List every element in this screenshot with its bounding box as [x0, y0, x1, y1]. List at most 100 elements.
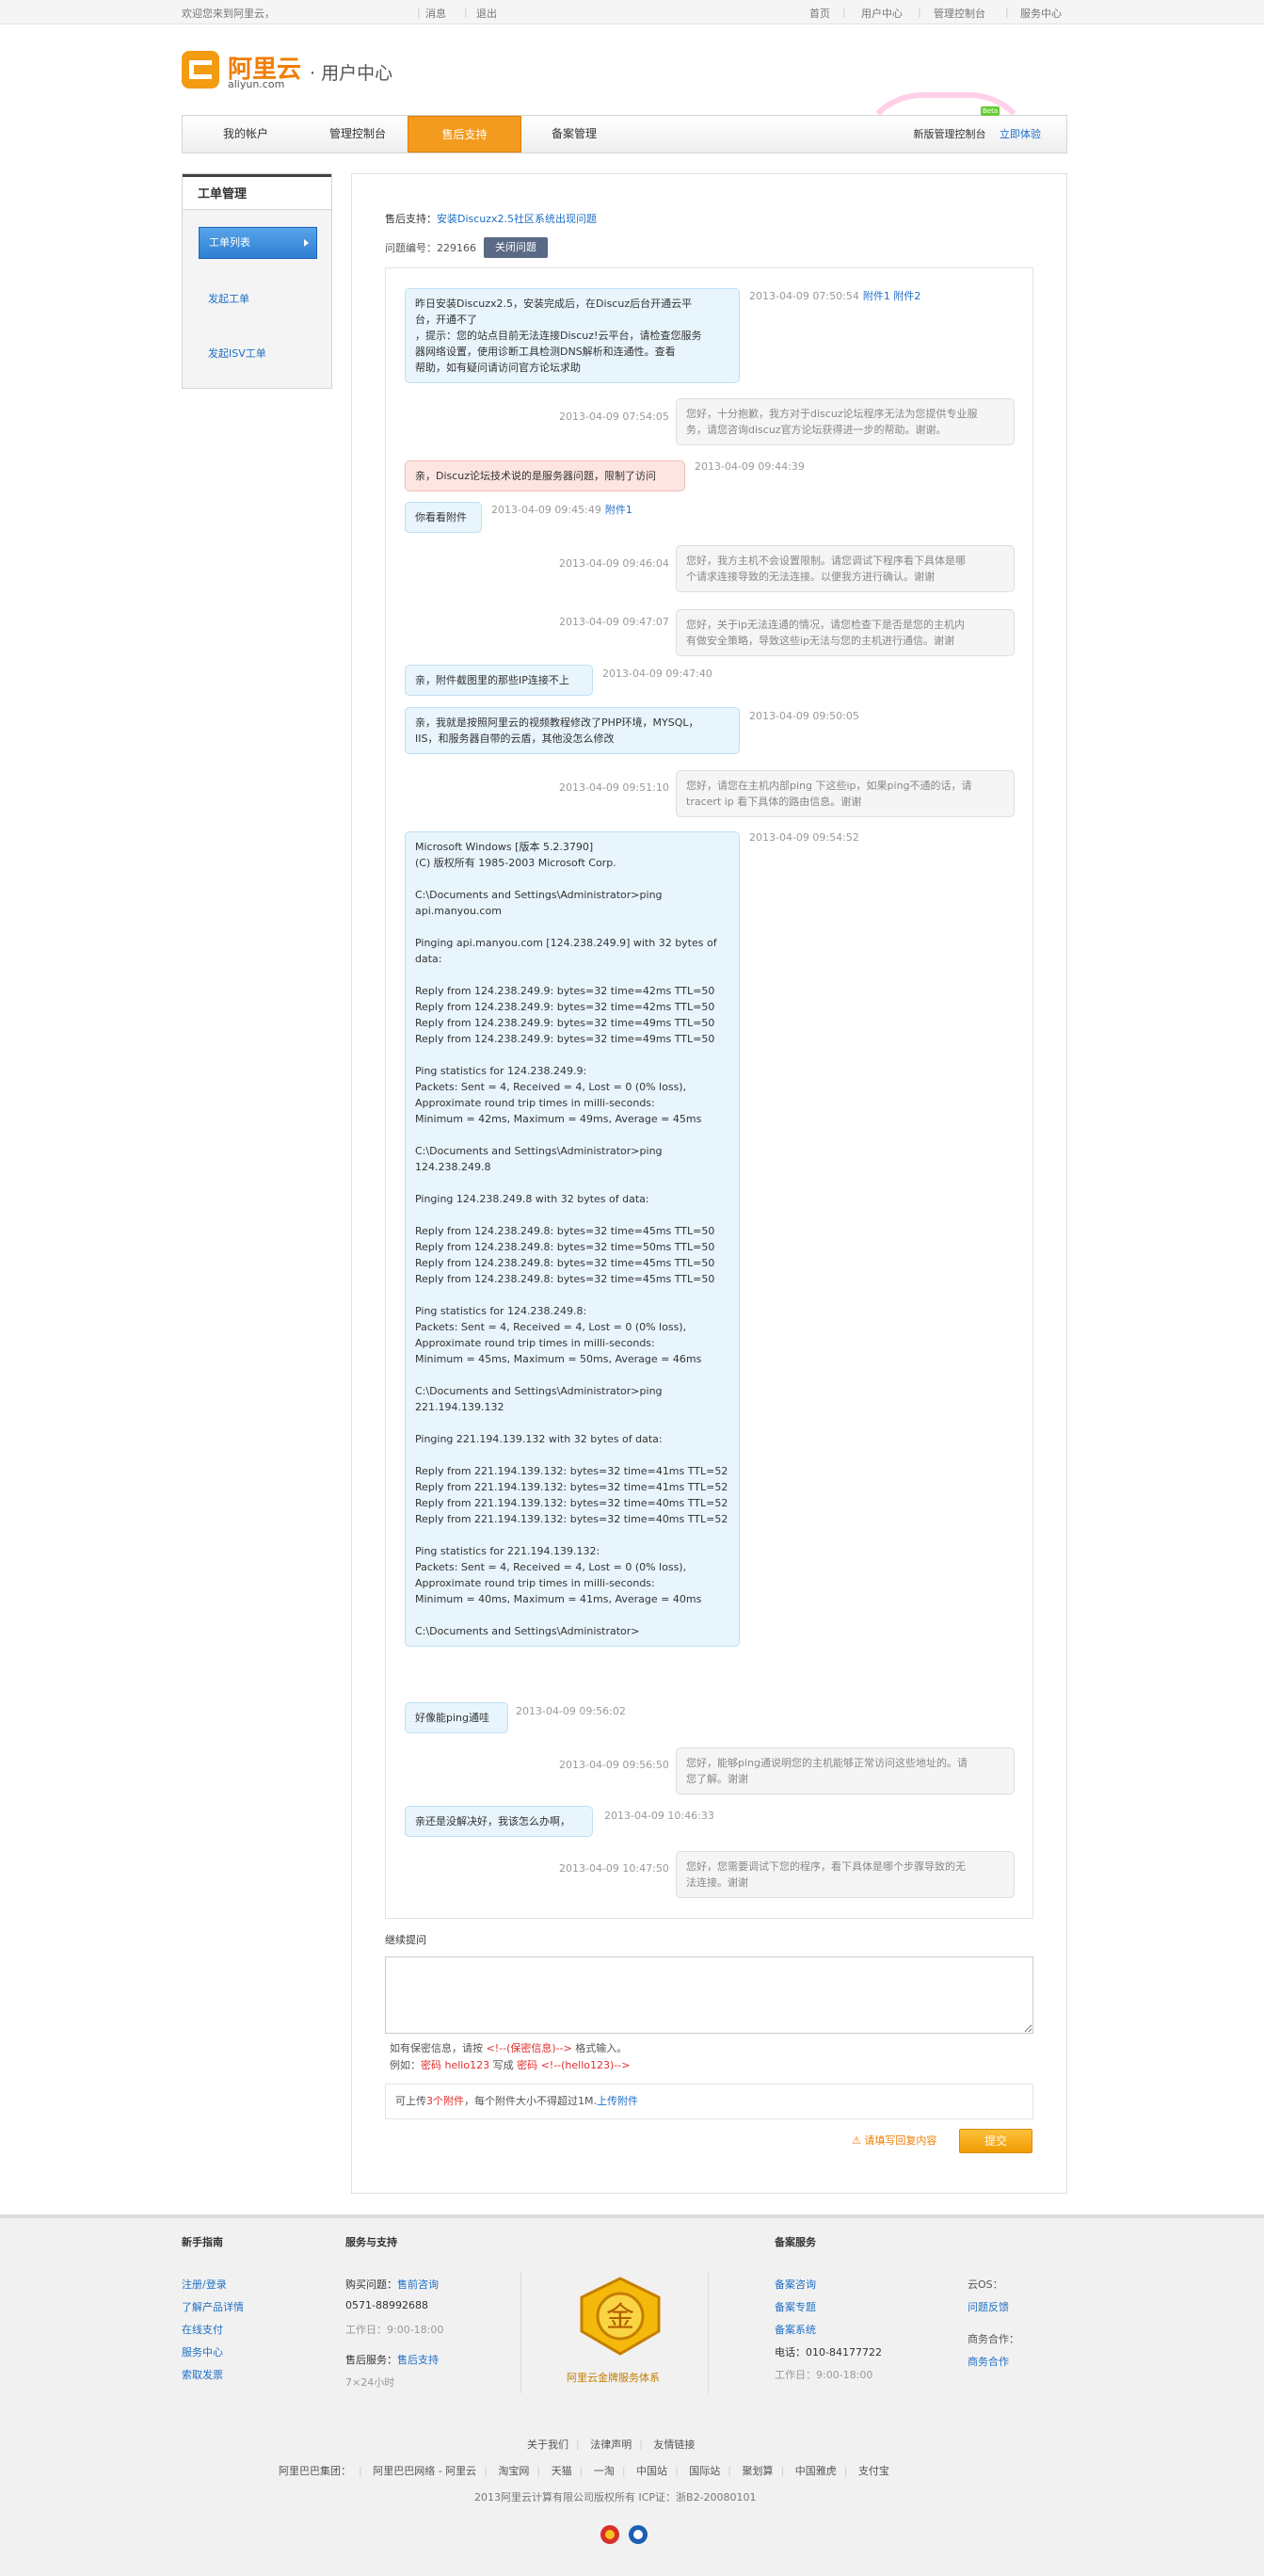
group-link[interactable]: 一淘 — [594, 2465, 615, 2477]
message-bubble: Microsoft Windows [版本 5.2.3790] (C) 版权所有… — [405, 831, 740, 1647]
message-bubble: 您好，我方主机不会设置限制。请您调试下程序看下具体是哪 个请求连接导致的无法连接… — [676, 545, 1015, 592]
timestamp-text: 2013-04-09 09:47:40 — [602, 668, 712, 680]
message-bubble: 亲，Discuz论坛技术说的是服务器问题，限制了访问 — [405, 460, 685, 491]
aftersale-link[interactable]: 售后支持 — [397, 2354, 439, 2366]
attachment-link[interactable]: 附件1 — [605, 504, 632, 516]
warning-text: ⚠ 请填写回复内容 — [852, 2134, 937, 2147]
warning-icon: ⚠ — [852, 2134, 861, 2147]
service-link[interactable]: 服务中心 — [1020, 6, 1062, 21]
message-timestamp: 2013-04-09 07:54:05 — [559, 411, 669, 423]
submit-button[interactable]: 提交 — [959, 2129, 1032, 2153]
attachment-link[interactable]: 附件1 附件2 — [863, 290, 921, 302]
group-link[interactable]: 聚划算 — [743, 2465, 774, 2477]
reply-textarea[interactable] — [385, 1956, 1033, 2034]
message-timestamp: 2013-04-09 09:45:49 附件1 — [491, 502, 632, 517]
footer-link[interactable]: 索取发票 — [182, 2367, 223, 2382]
sidebar-title: 工单管理 — [183, 174, 331, 210]
group-link[interactable]: 天猫 — [552, 2465, 572, 2477]
user-center-link[interactable]: 用户中心 — [861, 6, 903, 21]
message-timestamp: 2013-04-09 09:51:10 — [559, 781, 669, 794]
logout-link[interactable]: 退出 — [476, 6, 497, 21]
divider: | — [918, 6, 921, 18]
upload-attachment-link[interactable]: 上传附件 — [597, 2095, 638, 2107]
group-links: 阿里巴巴集团： | 阿里巴巴网络 - 阿里云 | 淘宝网 | 天猫 | 一淘 | 中国站 |… — [279, 2465, 889, 2477]
footer-link[interactable]: 注册/登录 — [182, 2277, 227, 2292]
group-link[interactable]: 阿里巴巴网络 - 阿里云 — [373, 2465, 476, 2477]
try-now-link[interactable]: 立即体验 — [992, 116, 1048, 153]
record-hours: 工作日：9:00-18:00 — [775, 2369, 873, 2381]
continue-label: 继续提问 — [385, 1934, 426, 1946]
confidential-hint: 如有保密信息，请按 <!--(保密信息)--> 格式输入。 — [390, 2042, 628, 2054]
police-badge-icon — [600, 2523, 620, 2549]
divider: | — [464, 6, 468, 18]
copyright: 2013阿里云计算有限公司版权所有 ICP证：浙B2-20080101 — [474, 2491, 757, 2504]
ticket-title-link[interactable]: 安装Discuzx2.5社区系统出现问题 — [437, 213, 597, 225]
footer-link[interactable]: 备案咨询 — [775, 2277, 816, 2292]
footer-guide-title: 新手指南 — [182, 2236, 223, 2248]
gold-medal-icon: 金 — [574, 2277, 666, 2356]
presale-link[interactable]: 售前咨询 — [397, 2278, 439, 2291]
footer — [0, 2214, 1264, 2576]
presale-row: 购买问题：售前咨询 — [345, 2278, 439, 2291]
ticket-number: 问题编号：229166 — [385, 242, 476, 254]
message-bubble: 您好，请您在主机内部ping 下这些ip，如果ping不通的话，请 tracer… — [676, 770, 1015, 817]
footer-link[interactable]: 备案系统 — [775, 2322, 816, 2337]
sidebar-item-new-ticket[interactable]: 发起工单 — [208, 291, 249, 306]
attachment-bar: 可上传3个附件，每个附件大小不得超过1M.上传附件 — [385, 2084, 1033, 2119]
nav-console[interactable]: 管理控制台 — [301, 116, 414, 153]
timestamp-text: 2013-04-09 09:46:04 — [559, 557, 669, 570]
message-timestamp: 2013-04-09 09:56:02 — [516, 1705, 626, 1717]
console-link[interactable]: 管理控制台 — [934, 6, 985, 21]
group-link[interactable]: 国际站 — [689, 2465, 720, 2477]
nav-after-sales[interactable]: 售后支持 — [408, 116, 521, 153]
message-bubble: 亲，我就是按照阿里云的视频教程修改了PHP环境，MYSQL， IIS，和服务器自… — [405, 707, 740, 754]
message-timestamp: 2013-04-09 09:47:07 — [559, 616, 669, 628]
confidential-example: 例如：密码 hello123 写成 密码 <!--(hello123)--> — [390, 2059, 631, 2071]
feedback-link[interactable]: 问题反馈 — [968, 2299, 1009, 2314]
friend-link[interactable]: 友情链接 — [653, 2439, 695, 2451]
footer-link[interactable]: 了解产品详情 — [182, 2299, 244, 2314]
ticket-prefix: 售后支持： — [385, 213, 437, 225]
svg-text:金: 金 — [606, 2301, 634, 2334]
message-bubble: 您好，能够ping通说明您的主机能够正常访问这些地址的。请 您了解。谢谢 — [676, 1747, 1015, 1795]
message-link[interactable]: 消息 — [425, 6, 446, 21]
about-link[interactable]: 关于我们 — [527, 2439, 568, 2451]
message-bubble: 昨日安装Discuzx2.5，安装完成后，在Discuz后台开通云平 台，开通不… — [405, 288, 740, 383]
biz-link[interactable]: 商务合作 — [968, 2354, 1009, 2369]
message-timestamp: 2013-04-09 09:50:05 — [749, 710, 859, 722]
footer-link[interactable]: 备案专题 — [775, 2299, 816, 2314]
message-timestamp: 2013-04-09 09:56:50 — [559, 1759, 669, 1771]
timestamp-text: 2013-04-09 09:50:05 — [749, 710, 859, 722]
message-bubble: 好像能ping通哇 — [405, 1702, 508, 1733]
record-phone: 电话：010-84177722 — [775, 2346, 882, 2359]
timestamp-text: 2013-04-09 07:50:54 — [749, 290, 859, 302]
timestamp-text: 2013-04-09 10:47:50 — [559, 1862, 669, 1875]
timestamp-text: 2013-04-09 09:56:50 — [559, 1759, 669, 1771]
footer-link[interactable]: 在线支付 — [182, 2322, 223, 2337]
timestamp-text: 2013-04-09 09:54:52 — [749, 831, 859, 844]
group-link[interactable]: 中国雅虎 — [795, 2465, 837, 2477]
home-link[interactable]: 首页 — [809, 6, 830, 21]
group-link[interactable]: 淘宝网 — [498, 2465, 529, 2477]
sidebar-item-ticket-list[interactable]: 工单列表 — [199, 227, 317, 259]
aliyun-logo-icon[interactable] — [182, 51, 219, 89]
sidebar: 工单管理 工单列表 发起工单 发起ISV工单 — [182, 173, 332, 389]
group-link[interactable]: 中国站 — [636, 2465, 667, 2477]
ticket-title: 售后支持：安装Discuzx2.5社区系统出现问题 — [385, 211, 597, 226]
message-timestamp: 2013-04-09 07:50:54 附件1 附件2 — [749, 288, 920, 303]
trust-badge-icon — [628, 2523, 648, 2549]
timestamp-text: 2013-04-09 09:44:39 — [695, 460, 805, 473]
footer-link[interactable]: 服务中心 — [182, 2344, 223, 2359]
message-timestamp: 2013-04-09 09:46:04 — [559, 557, 669, 570]
nav-my-account[interactable]: 我的帐户 — [194, 116, 297, 153]
timestamp-text: 2013-04-09 09:47:07 — [559, 616, 669, 628]
timestamp-text: 2013-04-09 10:46:33 — [604, 1810, 714, 1822]
logo-domain: aliyun.com — [228, 78, 285, 90]
close-ticket-button[interactable]: 关闭问题 — [484, 237, 548, 258]
divider: | — [842, 6, 846, 18]
message-bubble: 亲还是没解决好，我该怎么办啊， — [405, 1806, 593, 1837]
nav-record-mgmt[interactable]: 备案管理 — [527, 116, 621, 153]
sidebar-item-new-isv-ticket[interactable]: 发起ISV工单 — [208, 346, 266, 361]
group-link[interactable]: 支付宝 — [858, 2465, 889, 2477]
legal-link[interactable]: 法律声明 — [590, 2439, 632, 2451]
